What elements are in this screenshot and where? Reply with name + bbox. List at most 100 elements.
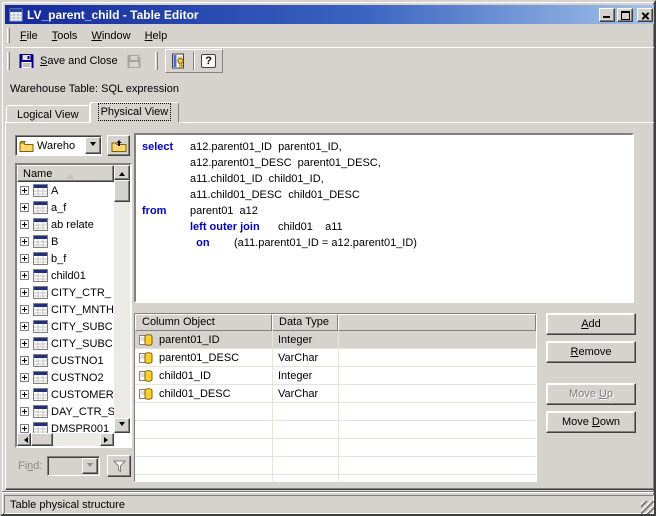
expand-plus-icon[interactable] (20, 339, 29, 348)
tree-item-label: DMSPR001 (51, 422, 110, 434)
vertical-scroll-thumb[interactable] (114, 180, 130, 202)
tree-item[interactable]: CITY_SUBC (17, 335, 114, 352)
empty-row (135, 421, 536, 439)
expand-plus-icon[interactable] (20, 356, 29, 365)
expand-plus-icon[interactable] (20, 186, 29, 195)
window-title: LV_parent_child - Table Editor (27, 7, 199, 22)
tree-item[interactable]: a_f (17, 199, 114, 216)
add-button[interactable]: Add (546, 313, 636, 335)
tree-item[interactable]: A (17, 182, 114, 199)
table-icon (33, 252, 48, 265)
column-row[interactable]: child01_DESC VarChar (135, 385, 536, 403)
horizontal-scroll-thumb[interactable] (31, 433, 53, 446)
toolbar-grip-2[interactable] (154, 51, 158, 71)
column-name-cell: child01_ID (159, 369, 211, 382)
menu-grip[interactable] (7, 28, 10, 43)
table-icon (33, 371, 48, 384)
column-row[interactable]: child01_ID Integer (135, 367, 536, 385)
up-folder-icon (111, 140, 126, 152)
empty-row (135, 439, 536, 457)
maximize-icon (621, 10, 630, 20)
table-icon (33, 184, 48, 197)
expand-plus-icon[interactable] (20, 271, 29, 280)
combo-dropdown-button[interactable] (85, 137, 101, 154)
move-down-button[interactable]: Move Down (546, 411, 636, 433)
tree-item[interactable]: child01 (17, 267, 114, 284)
sql-expression-box[interactable]: select a12.parent01_ID parent01_ID, a12.pa… (134, 133, 634, 303)
app-table-icon (9, 8, 23, 21)
maximize-button[interactable] (617, 7, 633, 22)
toolbar-separator (192, 52, 195, 70)
menu-file[interactable]: File (13, 28, 45, 44)
tab-strip: Logical View Physical View (6, 102, 180, 123)
tree-item-label: CUSTNO2 (51, 371, 104, 384)
save-and-close-label: Save and Close (40, 55, 118, 67)
tree-item[interactable]: CUSTNO2 (17, 369, 114, 386)
minimize-button[interactable] (599, 7, 615, 22)
up-one-level-button[interactable] (107, 135, 130, 156)
tab-physical-view[interactable]: Physical View (89, 102, 180, 123)
expand-plus-icon[interactable] (20, 237, 29, 246)
scroll-up-button[interactable] (114, 165, 130, 180)
tab-logical-view[interactable]: Logical View (6, 105, 90, 123)
tree-item[interactable]: DMSPR001 (17, 420, 114, 433)
column-object-header[interactable]: Column Object (135, 314, 272, 331)
help-icon: ? (201, 54, 217, 68)
column-object-icon (139, 369, 153, 382)
table-definition-button[interactable] (167, 51, 191, 71)
column-type-cell: VarChar (278, 351, 319, 364)
resize-grip[interactable] (641, 501, 654, 514)
warehouse-folder-combobox[interactable]: Wareho (15, 135, 102, 156)
column-row[interactable]: parent01_ID Integer (135, 331, 536, 349)
tree-item[interactable]: CUSTNO1 (17, 352, 114, 369)
expand-plus-icon[interactable] (20, 203, 29, 212)
expand-plus-icon[interactable] (20, 305, 29, 314)
expand-plus-icon[interactable] (20, 424, 29, 433)
menu-tools[interactable]: Tools (45, 28, 85, 44)
tree-item[interactable]: B (17, 233, 114, 250)
data-type-header[interactable]: Data Type (272, 314, 338, 331)
expand-plus-icon[interactable] (20, 220, 29, 229)
toolbar-grip[interactable] (7, 51, 10, 71)
tree-vertical-scrollbar[interactable] (114, 165, 130, 433)
scroll-left-button[interactable] (17, 433, 31, 446)
tree-item[interactable]: DAY_CTR_S (17, 403, 114, 420)
column-table-body: parent01_ID Integer parent01_DESC VarCha… (135, 331, 536, 481)
tree-item-label: A (51, 184, 59, 197)
expand-plus-icon[interactable] (20, 407, 29, 416)
tree-item[interactable]: CUSTOMER (17, 386, 114, 403)
expand-plus-icon[interactable] (20, 254, 29, 263)
column-table: Column Object Data Type parent01_ID Inte… (134, 313, 537, 482)
chevron-down-icon (90, 142, 96, 149)
tree-horizontal-scrollbar[interactable] (17, 433, 114, 446)
tree-item[interactable]: ab relate (17, 216, 114, 233)
expand-plus-icon[interactable] (20, 373, 29, 382)
menu-help[interactable]: Help (138, 28, 175, 44)
save-and-close-button[interactable]: Save and Close (13, 50, 123, 73)
tree-item[interactable]: CITY_MNTH (17, 301, 114, 318)
expand-plus-icon[interactable] (20, 322, 29, 331)
funnel-icon (112, 460, 127, 473)
help-button[interactable]: ? (197, 51, 221, 71)
tree-item-label: CUSTNO1 (51, 354, 104, 367)
tree-item[interactable]: CITY_CTR_ (17, 284, 114, 301)
filter-button[interactable] (107, 455, 132, 477)
menu-window[interactable]: Window (84, 28, 137, 44)
tree-item[interactable]: b_f (17, 250, 114, 267)
scroll-down-button[interactable] (114, 418, 130, 433)
table-icon (33, 337, 48, 350)
tree-name-column-header[interactable]: Name (17, 165, 114, 182)
remove-button[interactable]: Remove (546, 341, 636, 363)
expand-plus-icon[interactable] (20, 288, 29, 297)
table-icon (33, 286, 48, 299)
scroll-right-button[interactable] (100, 433, 114, 446)
close-button[interactable] (637, 7, 653, 22)
find-row: Find: (18, 455, 132, 477)
tree-item-label: CUSTOMER (51, 388, 114, 401)
find-combobox-disabled (47, 456, 101, 476)
column-row[interactable]: parent01_DESC VarChar (135, 349, 536, 367)
arrow-left-icon (21, 436, 28, 443)
tree-item[interactable]: CITY_SUBC (17, 318, 114, 335)
expand-plus-icon[interactable] (20, 390, 29, 399)
menu-bar: File Tools Window Help (5, 25, 654, 46)
